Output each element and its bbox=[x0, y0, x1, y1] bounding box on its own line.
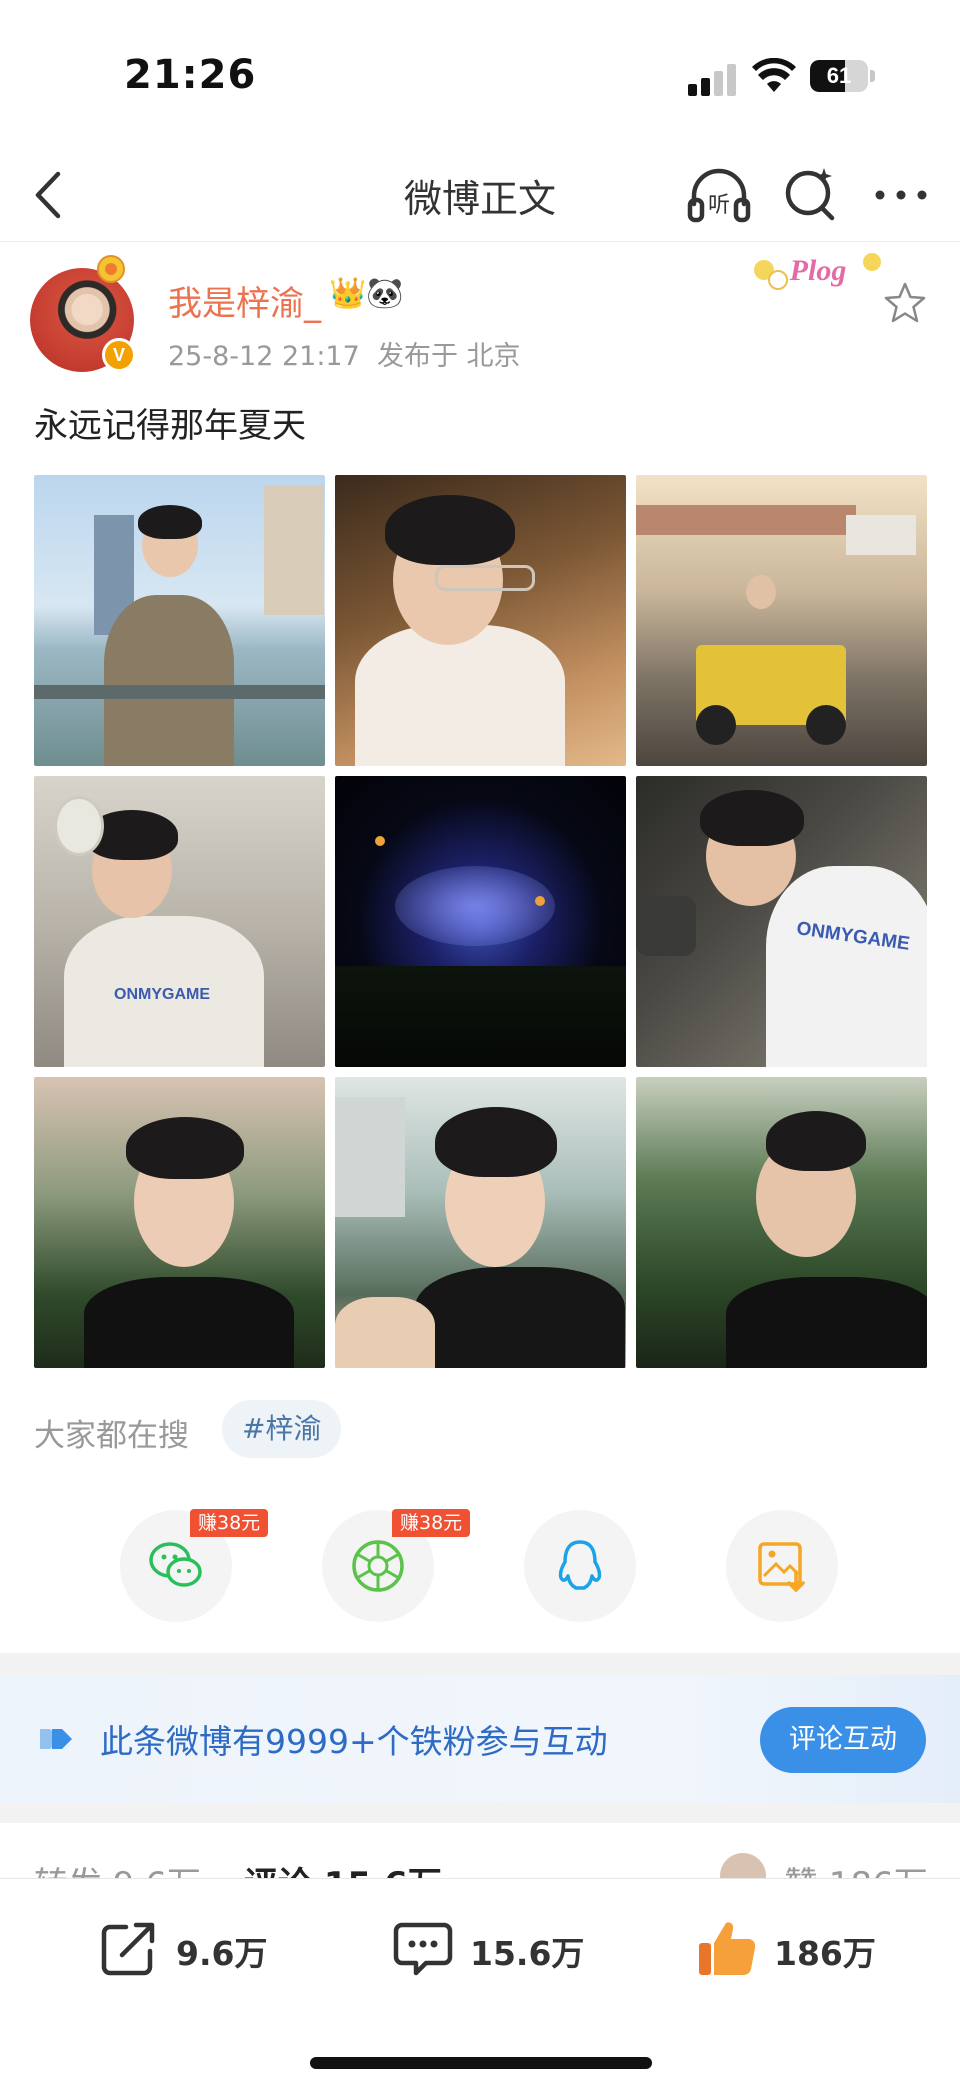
post-meta: 25-8-12 21:17 发布于 北京 bbox=[168, 334, 521, 373]
photo-1[interactable] bbox=[34, 475, 325, 766]
photo-8[interactable] bbox=[335, 1077, 626, 1368]
battery-level: 61 bbox=[826, 63, 852, 88]
repost-icon bbox=[101, 1922, 155, 1976]
username-emoji: 👑🐼 bbox=[329, 276, 404, 311]
reward-badge-wechat: 赚38元 bbox=[190, 1509, 269, 1537]
listen-headphones-icon[interactable]: 听 bbox=[684, 160, 754, 230]
avatar-frame-decoration-icon bbox=[97, 255, 125, 283]
repost-count: 9.6万 bbox=[176, 1934, 268, 1973]
tab-repost[interactable]: 转发 9.6万 bbox=[34, 1857, 201, 1879]
share-qq-button[interactable] bbox=[524, 1510, 636, 1622]
qq-penguin-icon bbox=[558, 1540, 602, 1590]
fan-interaction-text: 此条微博有9999+个铁粉参与互动 bbox=[100, 1722, 608, 1761]
status-bar: 21:26 61 bbox=[0, 0, 960, 150]
bottom-action-bar: 9.6万 15.6万 186万 bbox=[0, 1878, 960, 2087]
wechat-icon bbox=[149, 1542, 202, 1587]
plog-sticker-icon: Plog bbox=[754, 253, 881, 290]
fan-interaction-banner[interactable]: 此条微博有9999+个铁粉参与互动 评论互动 bbox=[0, 1675, 960, 1803]
hashtag-chip[interactable]: #梓渝 bbox=[222, 1400, 342, 1458]
more-icon[interactable] bbox=[866, 160, 936, 230]
verified-badge: V bbox=[102, 338, 136, 372]
fan-interaction-icon bbox=[40, 1729, 72, 1749]
reward-badge-moments: 赚38元 bbox=[392, 1509, 471, 1537]
cellular-signal-icon bbox=[688, 62, 738, 96]
trending-search-label: 大家都在搜 bbox=[34, 1418, 189, 1454]
post-location: 发布于 北京 bbox=[376, 341, 521, 372]
photo-grid: ONMYGAME ONMYGAME bbox=[34, 475, 927, 1368]
photo-2[interactable] bbox=[335, 475, 626, 766]
search-icon[interactable] bbox=[776, 160, 846, 230]
post-text: 永远记得那年夏天 bbox=[34, 406, 306, 446]
like-count: 186万 bbox=[774, 1934, 876, 1973]
thumbs-up-icon bbox=[699, 1922, 756, 1975]
username[interactable]: 我是梓渝_ bbox=[168, 276, 321, 325]
photo-7[interactable] bbox=[34, 1077, 325, 1368]
photo-3[interactable] bbox=[636, 475, 927, 766]
comment-icon bbox=[393, 1922, 453, 1976]
home-indicator bbox=[310, 2057, 652, 2069]
photo-5[interactable] bbox=[335, 776, 626, 1067]
comment-count: 15.6万 bbox=[470, 1934, 585, 1973]
comment-interaction-button[interactable]: 评论互动 bbox=[760, 1707, 926, 1773]
wifi-icon bbox=[752, 58, 796, 92]
tab-like[interactable]: 赞 186万 bbox=[784, 1857, 928, 1879]
post-stats-tabs: 转发 9.6万 评论 15.6万 赞 186万 bbox=[0, 1823, 960, 1879]
status-time: 21:26 bbox=[124, 52, 257, 98]
save-image-button[interactable] bbox=[726, 1510, 838, 1622]
tab-comment[interactable]: 评论 15.6万 bbox=[244, 1857, 442, 1879]
photo-6[interactable]: ONMYGAME bbox=[636, 776, 927, 1067]
plog-sticker-text: Plog bbox=[789, 254, 847, 287]
listen-label: 听 bbox=[708, 193, 730, 218]
liker-avatar bbox=[720, 1853, 766, 1879]
avatar[interactable]: V bbox=[30, 255, 136, 372]
photo-4-shirt-text: ONMYGAME bbox=[114, 986, 210, 1003]
photo-4[interactable]: ONMYGAME bbox=[34, 776, 325, 1067]
post-timestamp: 25-8-12 21:17 bbox=[168, 341, 360, 372]
photo-9[interactable] bbox=[636, 1077, 927, 1368]
moments-aperture-icon bbox=[352, 1540, 404, 1592]
favorite-star-icon[interactable] bbox=[882, 280, 928, 326]
battery-icon: 61 bbox=[810, 60, 868, 92]
save-image-icon bbox=[758, 1542, 805, 1592]
nav-bar: 微博正文 听 bbox=[0, 150, 960, 242]
